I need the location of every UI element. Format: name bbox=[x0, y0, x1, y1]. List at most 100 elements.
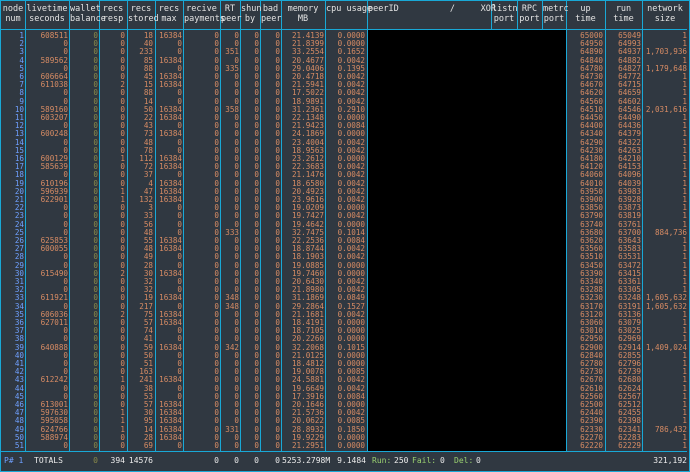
cpu-total: 9.1484 bbox=[337, 456, 366, 465]
cell-run-time: 62229 bbox=[618, 441, 641, 450]
fail-count: 0 bbox=[440, 456, 445, 465]
del-label: Del: bbox=[454, 456, 474, 465]
header-shun-by: shun by bbox=[241, 4, 262, 24]
cell-network-size: 1 bbox=[682, 408, 687, 418]
del-count: 0 bbox=[476, 456, 481, 465]
cell-livetime: 640888 bbox=[40, 342, 68, 352]
header-cpu-usage: cpu usage bbox=[326, 4, 373, 14]
cell-livetime: 627011 bbox=[40, 318, 68, 327]
rt-total: 0 bbox=[234, 456, 239, 465]
cell-livetime: 0 bbox=[63, 350, 68, 360]
cell-recs-max: 0 bbox=[177, 441, 182, 450]
network-total: 321,192 bbox=[653, 456, 687, 465]
cell-livetime: 611038 bbox=[40, 80, 68, 90]
header-rt-peer: RT peer bbox=[221, 4, 242, 24]
cell-network-size: 1 bbox=[682, 367, 687, 377]
cell-livetime: 588974 bbox=[40, 432, 68, 442]
cell-network-size: 1 bbox=[682, 72, 687, 81]
table-row[interactable]: 51 0 0 0 69 0 0 0 0 0 21.2951 0.0000 62220 62229 1 bbox=[0, 442, 690, 450]
cell-network-size: 1 bbox=[682, 178, 687, 188]
cell-network-size: 1 bbox=[682, 375, 687, 385]
cell-network-size: 786,432 bbox=[654, 424, 687, 434]
header-run-time: run time bbox=[613, 4, 634, 24]
payments-total: 0 bbox=[214, 456, 219, 465]
cell-livetime: 608511 bbox=[40, 31, 68, 40]
cell-network-size: 1 bbox=[682, 383, 687, 393]
header-metrc-port: metrc port bbox=[543, 4, 569, 24]
cell-network-size: 1 bbox=[682, 88, 687, 98]
cell-livetime: 0 bbox=[63, 359, 68, 368]
run-count: 250 bbox=[394, 456, 409, 465]
header-up-time: up time bbox=[575, 4, 596, 24]
cell-network-size: 1 bbox=[682, 195, 687, 204]
cell-livetime: 0 bbox=[63, 219, 68, 229]
cell-livetime: 0 bbox=[63, 277, 68, 286]
cell-network-size: 1 bbox=[682, 252, 687, 262]
cell-livetime: 0 bbox=[63, 441, 68, 450]
header-recs-resp: recs resp bbox=[102, 4, 124, 24]
cell-bad-peer: 0 bbox=[275, 441, 280, 450]
cell-livetime: 0 bbox=[63, 88, 68, 98]
cell-network-size: 1 bbox=[682, 244, 687, 254]
cell-livetime: 612242 bbox=[40, 375, 68, 385]
cell-livetime: 600055 bbox=[40, 244, 68, 254]
cell-memory: 21.2951 bbox=[291, 441, 324, 450]
header-network-size: network size bbox=[647, 4, 683, 24]
cell-livetime: 0 bbox=[63, 326, 68, 336]
header-recive-payments: recive payments bbox=[184, 4, 225, 24]
cell-network-size: 1 bbox=[682, 203, 687, 213]
shun-total: 0 bbox=[254, 456, 259, 465]
cell-payments: 0 bbox=[214, 441, 219, 450]
cell-livetime: 622901 bbox=[40, 195, 68, 204]
cell-livetime: 585639 bbox=[40, 162, 68, 172]
cell-recs-stored: 69 bbox=[143, 441, 153, 450]
memory-total: 5253.2798M bbox=[282, 456, 331, 465]
cell-network-size: 2,031,616 bbox=[645, 104, 687, 114]
header-divider bbox=[1, 29, 687, 30]
cell-network-size: 1 bbox=[682, 145, 687, 155]
cell-livetime: 600248 bbox=[40, 129, 68, 139]
footer-divider bbox=[1, 451, 687, 452]
resp-total: 394 bbox=[110, 456, 125, 465]
header-bad-peer: bad peer bbox=[261, 4, 282, 24]
cell-network-size: 1 bbox=[682, 211, 687, 221]
cell-network-size: 1 bbox=[682, 318, 687, 327]
cell-network-size: 1 bbox=[682, 170, 687, 180]
cell-network-size: 1,409,024 bbox=[645, 342, 687, 352]
cell-livetime: 0 bbox=[63, 203, 68, 213]
cell-livetime: 615490 bbox=[40, 268, 68, 278]
cell-network-size: 1 bbox=[682, 359, 687, 368]
cell-network-size: 1 bbox=[682, 277, 687, 286]
cell-livetime: 589562 bbox=[40, 55, 68, 65]
header-listn-port: listn port bbox=[492, 4, 518, 24]
cell-cpu: 0.0000 bbox=[337, 441, 365, 450]
cell-livetime: 0 bbox=[63, 211, 68, 221]
run-label: Run: bbox=[372, 456, 392, 465]
cell-network-size: 1 bbox=[682, 186, 687, 196]
cell-shun-by: 0 bbox=[254, 441, 259, 450]
cell-network-size: 1,605,632 bbox=[645, 301, 687, 311]
cell-livetime: 603207 bbox=[40, 113, 68, 122]
stored-total: 14576 bbox=[128, 456, 153, 465]
cell-livetime: 0 bbox=[63, 383, 68, 393]
cell-network-size: 1 bbox=[682, 432, 687, 442]
cell-network-size: 1 bbox=[682, 121, 687, 131]
cell-node-num: 51 bbox=[14, 441, 24, 450]
cell-network-size: 1 bbox=[682, 129, 687, 139]
cell-network-size: 1 bbox=[682, 113, 687, 122]
cell-network-size: 1 bbox=[682, 80, 687, 90]
header-node-num: node num bbox=[2, 4, 24, 24]
cell-rt-peer: 0 bbox=[234, 441, 239, 450]
header-peer-id: peerID / XOR bbox=[368, 4, 496, 14]
header-wallet: wallet balance bbox=[70, 4, 106, 24]
page-indicator[interactable]: P# 1 bbox=[4, 456, 23, 466]
fail-label: Fail: bbox=[412, 456, 437, 465]
cell-network-size: 1 bbox=[682, 236, 687, 245]
header-recs-stored: recs stored bbox=[128, 4, 159, 24]
cell-network-size: 1 bbox=[682, 391, 687, 401]
totals-label: TOTALS bbox=[34, 456, 63, 465]
header-recs-max: recs max bbox=[158, 4, 180, 24]
cell-network-size: 1 bbox=[682, 31, 687, 40]
cell-up-time: 62220 bbox=[580, 441, 603, 450]
cell-network-size: 1 bbox=[682, 260, 687, 270]
